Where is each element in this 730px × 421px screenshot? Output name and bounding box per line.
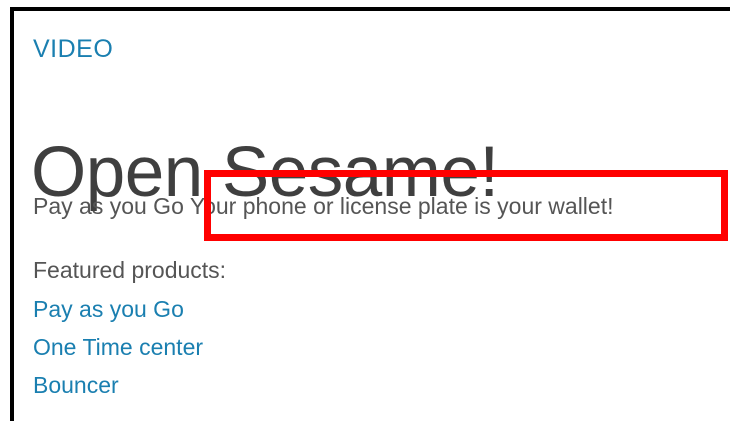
featured-products-label: Featured products:	[33, 257, 227, 283]
list-item: Pay as you Go	[33, 290, 203, 328]
featured-products-list: Pay as you Go One Time center Bouncer	[33, 290, 203, 404]
subtitle-part-1: Pay as you Go	[33, 193, 184, 219]
list-item: Bouncer	[33, 366, 203, 404]
product-link-one-time-center[interactable]: One Time center	[33, 328, 203, 366]
product-link-bouncer[interactable]: Bouncer	[33, 366, 203, 404]
product-link-pay-as-you-go[interactable]: Pay as you Go	[33, 290, 203, 328]
list-item: One Time center	[33, 328, 203, 366]
highlight-annotation-box	[204, 170, 728, 241]
category-link[interactable]: VIDEO	[33, 35, 113, 63]
